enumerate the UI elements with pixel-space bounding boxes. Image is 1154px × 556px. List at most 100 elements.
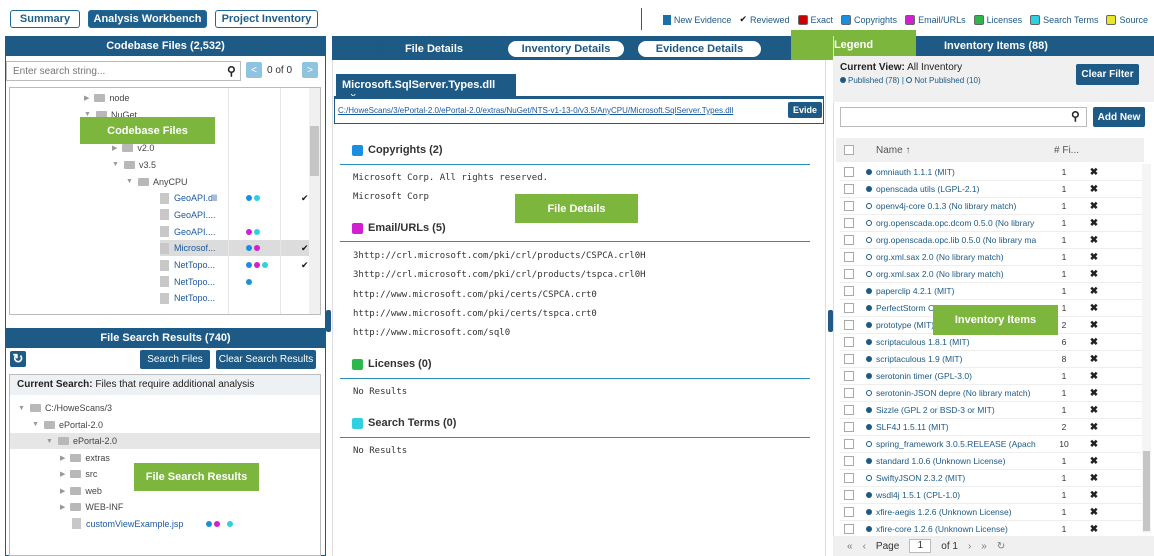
col-files[interactable]: # Fi... xyxy=(1054,145,1079,156)
inventory-name[interactable]: SLF4J 1.5.11 (MIT) xyxy=(866,422,1044,432)
inventory-row[interactable]: wsdl4j 1.5.1 (CPL-1.0) 1 ✖ xyxy=(840,487,1146,504)
delete-icon[interactable]: ✖ xyxy=(1084,490,1104,501)
row-checkbox[interactable] xyxy=(844,218,854,228)
inventory-name[interactable]: serotonin-JSON depre (No library match) xyxy=(866,388,1044,398)
delete-icon[interactable]: ✖ xyxy=(1084,269,1104,280)
delete-icon[interactable]: ✖ xyxy=(1084,422,1104,433)
tree-row[interactable]: ▶ WEB-INF xyxy=(10,499,320,515)
published-link[interactable]: Published (78) xyxy=(848,76,900,85)
inventory-row[interactable]: openscada utils (LGPL-2.1) 1 ✖ xyxy=(840,181,1146,198)
inventory-name[interactable]: SwiftyJSON 2.3.2 (MIT) xyxy=(866,473,1044,483)
delete-icon[interactable]: ✖ xyxy=(1084,235,1104,246)
not-published-link[interactable]: Not Published (10) xyxy=(914,76,980,85)
tree-row[interactable]: ▼ ePortal-2.0 xyxy=(10,433,320,449)
search-icon[interactable]: ⚲ xyxy=(1071,109,1080,123)
delete-icon[interactable]: ✖ xyxy=(1084,184,1104,195)
row-checkbox[interactable] xyxy=(844,252,854,262)
delete-icon[interactable]: ✖ xyxy=(1084,303,1104,314)
row-checkbox[interactable] xyxy=(844,524,854,534)
file-tab[interactable]: Microsoft.SqlServer.Types.dll × xyxy=(336,74,516,103)
row-checkbox[interactable] xyxy=(844,269,854,279)
row-checkbox[interactable] xyxy=(844,184,854,194)
inventory-name[interactable]: wsdl4j 1.5.1 (CPL-1.0) xyxy=(866,490,1044,500)
chevron-down-icon[interactable]: ▼ xyxy=(18,405,25,412)
row-checkbox[interactable] xyxy=(844,405,854,415)
delete-icon[interactable]: ✖ xyxy=(1084,167,1104,178)
prev-page-icon[interactable]: ‹ xyxy=(863,541,866,552)
first-page-icon[interactable]: « xyxy=(847,541,853,552)
chevron-down-icon[interactable]: ▼ xyxy=(32,421,39,428)
inventory-row[interactable]: org.openscada.opc.lib 0.5.0 (No library … xyxy=(840,232,1146,249)
search-icon[interactable]: ⚲ xyxy=(227,64,236,78)
row-checkbox[interactable] xyxy=(844,167,854,177)
delete-icon[interactable]: ✖ xyxy=(1084,354,1104,365)
inventory-name[interactable]: xfire-core 1.2.6 (Unknown License) xyxy=(866,524,1044,534)
row-checkbox[interactable] xyxy=(844,473,854,483)
row-checkbox[interactable] xyxy=(844,354,854,364)
chevron-down-icon[interactable]: ▼ xyxy=(112,161,119,168)
inventory-name[interactable]: openv4j-core 0.1.3 (No library match) xyxy=(866,201,1044,211)
inventory-name[interactable]: paperclip 4.2.1 (MIT) xyxy=(866,286,1044,296)
chevron-right-icon[interactable]: ▶ xyxy=(60,487,65,495)
delete-icon[interactable]: ✖ xyxy=(1084,201,1104,212)
row-checkbox[interactable] xyxy=(844,439,854,449)
inventory-row[interactable]: scriptaculous 1.8.1 (MIT) 6 ✖ xyxy=(840,334,1146,351)
tree-row[interactable]: NetTopo... ✔ xyxy=(160,257,310,273)
tree-row[interactable]: customViewExample.jsp xyxy=(10,516,320,532)
inventory-row[interactable]: spring_framework 3.0.5.RELEASE (Apach 10 ✖ xyxy=(840,436,1146,453)
delete-icon[interactable]: ✖ xyxy=(1084,320,1104,331)
tab-evidence-details[interactable]: Evidence Details xyxy=(637,40,762,58)
row-checkbox[interactable] xyxy=(844,286,854,296)
delete-icon[interactable]: ✖ xyxy=(1084,286,1104,297)
chevron-right-icon[interactable]: ▶ xyxy=(60,503,65,511)
inventory-name[interactable]: serotonin timer (GPL-3.0) xyxy=(866,371,1044,381)
delete-icon[interactable]: ✖ xyxy=(1084,524,1104,535)
left-collapse-handle[interactable] xyxy=(326,310,331,332)
inventory-name[interactable]: scriptaculous 1.9 (MIT) xyxy=(866,354,1044,364)
inventory-row[interactable]: org.openscada.opc.dcom 0.5.0 (No library… xyxy=(840,215,1146,232)
inventory-row[interactable]: Sizzle (GPL 2 or BSD-3 or MIT) 1 ✖ xyxy=(840,402,1146,419)
inventory-row[interactable]: scriptaculous 1.9 (MIT) 8 ✖ xyxy=(840,351,1146,368)
refresh-icon[interactable]: ↻ xyxy=(10,351,26,367)
delete-icon[interactable]: ✖ xyxy=(1084,456,1104,467)
inventory-name[interactable]: org.xml.sax 2.0 (No library match) xyxy=(866,252,1044,262)
summary-tab[interactable]: Summary xyxy=(10,10,80,28)
inventory-row[interactable]: serotonin-JSON depre (No library match) 1… xyxy=(840,385,1146,402)
chevron-right-icon[interactable]: ▶ xyxy=(60,454,65,462)
row-checkbox[interactable] xyxy=(844,422,854,432)
prev-match-button[interactable]: < xyxy=(246,62,262,78)
row-checkbox[interactable] xyxy=(844,337,854,347)
inventory-row[interactable]: serotonin timer (GPL-3.0) 1 ✖ xyxy=(840,368,1146,385)
delete-icon[interactable]: ✖ xyxy=(1084,218,1104,229)
inventory-row[interactable]: SwiftyJSON 2.3.2 (MIT) 1 ✖ xyxy=(840,470,1146,487)
inventory-row[interactable]: org.xml.sax 2.0 (No library match) 1 ✖ xyxy=(840,249,1146,266)
file-path-link[interactable]: C:/HoweScans/3/ePortal-2.0/ePortal-2.0/e… xyxy=(338,106,783,115)
chevron-right-icon[interactable]: ▶ xyxy=(84,94,89,102)
row-checkbox[interactable] xyxy=(844,235,854,245)
inventory-name[interactable]: Sizzle (GPL 2 or BSD-3 or MIT) xyxy=(866,405,1044,415)
row-checkbox[interactable] xyxy=(844,303,854,313)
inventory-row[interactable]: omniauth 1.1.1 (MIT) 1 ✖ xyxy=(840,164,1146,181)
tree-row[interactable]: ▼ v3.5 xyxy=(112,157,320,173)
row-checkbox[interactable] xyxy=(844,507,854,517)
last-page-icon[interactable]: » xyxy=(981,541,987,552)
inventory-scrollbar[interactable] xyxy=(1142,164,1151,533)
tree-row[interactable]: ▼ C:/HoweScans/3 xyxy=(10,400,320,416)
tab-file-details[interactable]: File Details xyxy=(377,40,491,58)
inventory-name[interactable]: org.openscada.opc.lib 0.5.0 (No library … xyxy=(866,235,1044,245)
page-input[interactable]: 1 xyxy=(909,539,932,553)
inventory-name[interactable]: scriptaculous 1.8.1 (MIT) xyxy=(866,337,1044,347)
chevron-right-icon[interactable]: ▶ xyxy=(112,144,117,152)
delete-icon[interactable]: ✖ xyxy=(1084,405,1104,416)
tree-row[interactable]: GeoAPI.... xyxy=(160,207,310,223)
select-all-checkbox[interactable] xyxy=(844,145,854,155)
inventory-row[interactable]: org.xml.sax 2.0 (No library match) 1 ✖ xyxy=(840,266,1146,283)
tree-row[interactable]: NetTopo... xyxy=(160,274,310,290)
tab-inventory-details[interactable]: Inventory Details xyxy=(507,40,625,58)
clear-filter-button[interactable]: Clear Filter xyxy=(1076,64,1139,85)
tree-row[interactable]: NetTopo... xyxy=(160,290,310,306)
tree-row[interactable]: GeoAPI.... xyxy=(160,224,310,240)
delete-icon[interactable]: ✖ xyxy=(1084,473,1104,484)
inventory-name[interactable]: omniauth 1.1.1 (MIT) xyxy=(866,167,1044,177)
codebase-search-input[interactable] xyxy=(6,61,241,81)
